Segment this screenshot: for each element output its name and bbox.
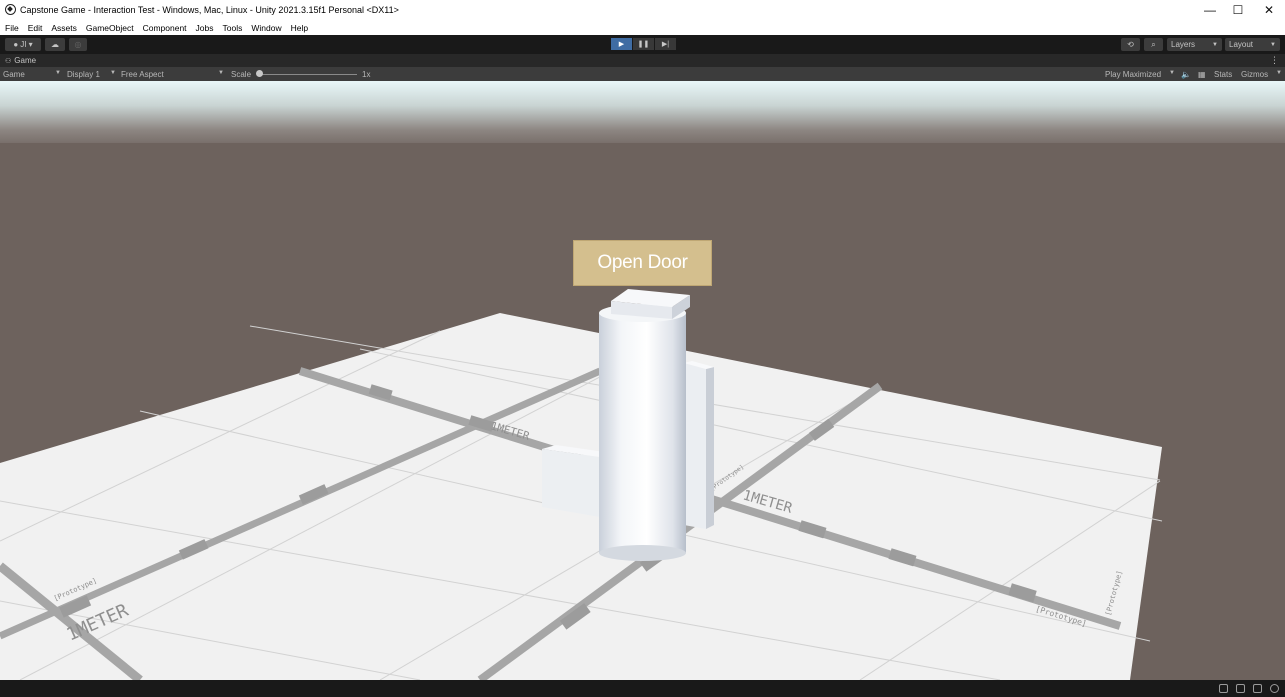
stats-button[interactable]: Stats: [1214, 70, 1232, 79]
tab-game[interactable]: ⚇ Game: [5, 56, 36, 65]
game-tab-bar: ⚇ Game ⋮: [0, 54, 1285, 67]
close-button[interactable]: ✕: [1253, 0, 1285, 20]
menu-edit[interactable]: Edit: [28, 23, 43, 33]
scale-value: 1x: [362, 70, 371, 79]
menu-file[interactable]: File: [5, 23, 19, 33]
chevron-down-icon: ▼: [1212, 41, 1218, 48]
sky: [0, 81, 1285, 151]
window-title: Capstone Game - Interaction Test - Windo…: [20, 5, 399, 15]
progress-status-icon[interactable]: [1270, 684, 1279, 693]
play-button[interactable]: ▶: [611, 38, 632, 50]
search-icon: ⌕: [1151, 39, 1156, 49]
more-options-icon[interactable]: ⋮: [1270, 55, 1279, 66]
gizmos-button[interactable]: Gizmos: [1241, 70, 1268, 79]
menu-help[interactable]: Help: [291, 23, 308, 33]
audio-mute-icon[interactable]: 🔈: [1181, 70, 1191, 79]
menu-window[interactable]: Window: [251, 23, 281, 33]
account-dropdown[interactable]: ● JI ▾: [5, 38, 41, 51]
menu-jobs[interactable]: Jobs: [196, 23, 214, 33]
player-capsule: [599, 304, 686, 561]
layers-label: Layers: [1171, 40, 1196, 49]
chevron-down-icon: ▼: [1270, 41, 1276, 48]
step-button[interactable]: ▶|: [655, 38, 676, 50]
scale-slider-handle[interactable]: [256, 70, 263, 77]
console-warning-icon[interactable]: [1219, 684, 1228, 693]
pause-button[interactable]: ❚❚: [633, 38, 654, 50]
history-button[interactable]: ⟲: [1121, 38, 1140, 51]
menu-tools[interactable]: Tools: [223, 23, 243, 33]
search-button[interactable]: ⌕: [1144, 38, 1163, 51]
scale-label: Scale: [231, 70, 252, 79]
collab-button[interactable]: ◎: [69, 38, 87, 51]
account-label: JI ▾: [20, 40, 33, 49]
unity-logo-icon: [5, 4, 16, 15]
history-icon: ⟲: [1127, 40, 1134, 49]
console-error-icon[interactable]: [1236, 684, 1245, 693]
door-panel: [684, 361, 714, 529]
display-dropdown[interactable]: Display 1: [67, 70, 100, 79]
cloud-button[interactable]: ☁: [45, 38, 65, 51]
chevron-down-icon: ▼: [218, 70, 224, 76]
scale-slider-track[interactable]: [260, 74, 357, 75]
game-viewport[interactable]: 1METER 1METER 1METER [Prototype] [Protot…: [0, 81, 1285, 680]
chevron-down-icon: ▼: [55, 70, 61, 76]
layout-label: Layout: [1229, 40, 1254, 49]
chevron-down-icon: ▼: [110, 70, 116, 76]
layout-dropdown[interactable]: Layout ▼: [1225, 38, 1280, 51]
menu-gameobject[interactable]: GameObject: [86, 23, 134, 33]
scene-render: 1METER 1METER 1METER [Prototype] [Protot…: [0, 81, 1285, 680]
play-controls: ▶ ❚❚ ▶|: [611, 38, 677, 50]
layers-dropdown[interactable]: Layers ▼: [1167, 38, 1222, 51]
chevron-down-icon: ▼: [1276, 70, 1282, 76]
aspect-dropdown[interactable]: Free Aspect: [121, 70, 164, 79]
frame-debug-icon[interactable]: ▦: [1198, 70, 1206, 79]
status-bar: [0, 680, 1285, 697]
unity-toolbar: ● JI ▾ ☁ ◎ ▶ ❚❚ ▶| ⟲ ⌕ Layers ▼ Layout ▼: [0, 35, 1285, 54]
gamepad-icon: ⚇: [5, 57, 12, 65]
play-maximized-dropdown[interactable]: Play Maximized: [1105, 70, 1161, 79]
maximize-button[interactable]: ☐: [1222, 0, 1254, 20]
open-door-button[interactable]: Open Door: [573, 240, 712, 286]
menu-bar: File Edit Assets GameObject Component Jo…: [0, 20, 1285, 35]
game-view-toolbar: Game ▼ Display 1 ▼ Free Aspect ▼ Scale 1…: [0, 67, 1285, 81]
cloud-icon: ☁: [51, 40, 59, 49]
game-mode-dropdown[interactable]: Game: [3, 70, 25, 79]
chevron-down-icon: ▼: [1169, 70, 1175, 76]
account-icon: ●: [13, 40, 19, 49]
collab-icon: ◎: [74, 40, 82, 49]
menu-component[interactable]: Component: [143, 23, 187, 33]
menu-assets[interactable]: Assets: [51, 23, 77, 33]
window-title-bar: Capstone Game - Interaction Test - Windo…: [0, 0, 1285, 20]
debug-icon[interactable]: [1253, 684, 1262, 693]
tab-game-label: Game: [14, 56, 37, 65]
